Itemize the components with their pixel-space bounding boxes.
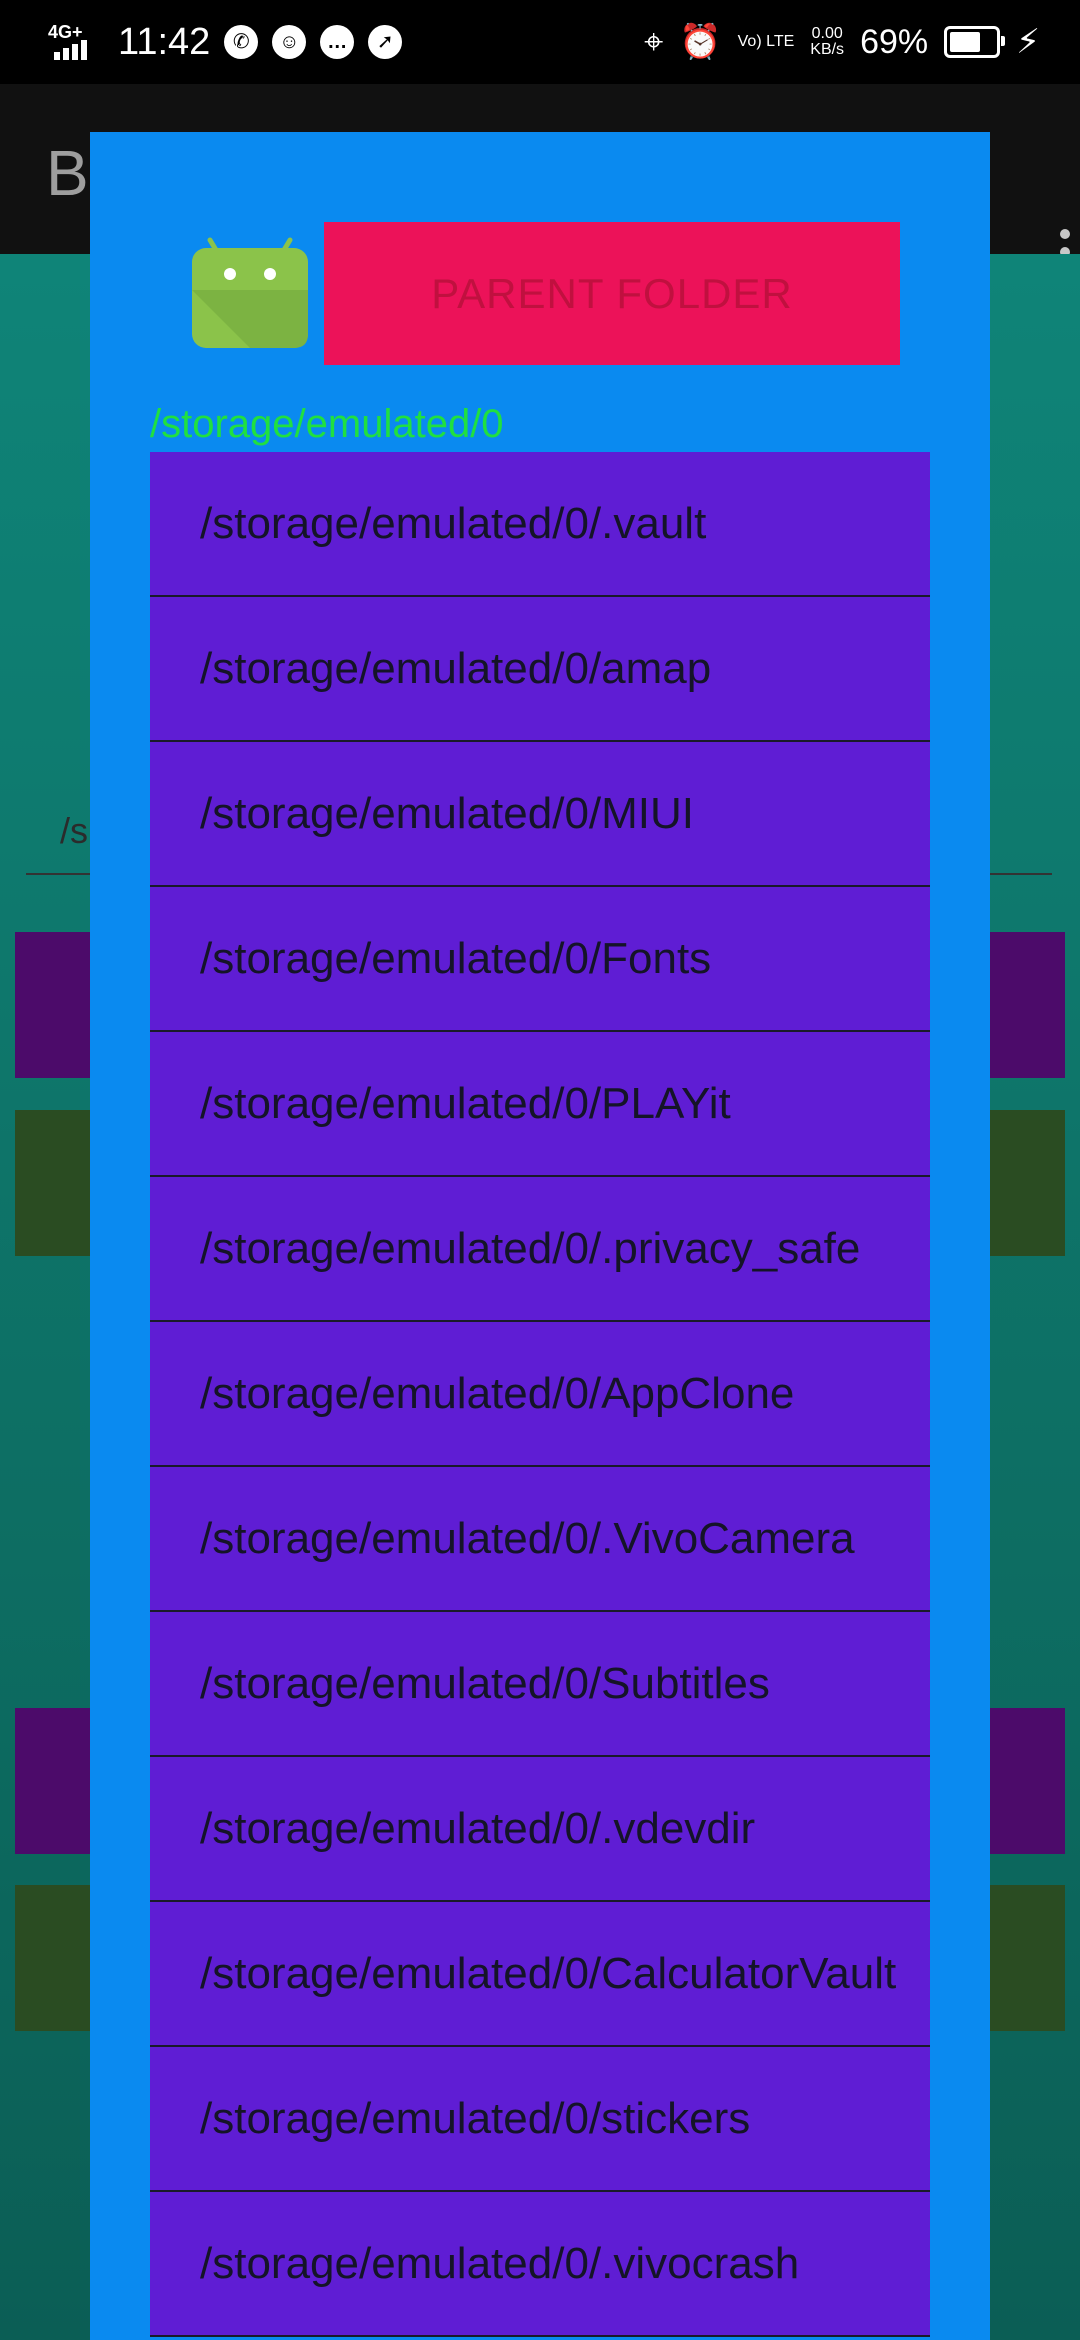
folder-path-label: /storage/emulated/0/.vivocrash: [200, 2238, 800, 2288]
charging-icon: ⚡: [1016, 23, 1040, 61]
status-left: 4G+ 11:42 ✆ ☺ … ➚: [48, 18, 403, 66]
folder-path-label: /storage/emulated/0/Subtitles: [200, 1658, 770, 1708]
android-icon: [192, 237, 308, 348]
folder-list-item[interactable]: /storage/emulated/0/MIUI: [150, 742, 930, 887]
folder-list-item[interactable]: /storage/emulated/0/.VivoCamera: [150, 1467, 930, 1612]
folder-list-item[interactable]: /storage/emulated/0/Fonts: [150, 887, 930, 1032]
status-bar: 4G+ 11:42 ✆ ☺ … ➚ ⌖ ⏰ Vo) LTE 0.00 KB/s …: [0, 0, 1080, 84]
battery-fill: [950, 32, 981, 52]
volte-indicator: Vo) LTE: [737, 33, 795, 50]
net-speed: 0.00 KB/s: [810, 26, 844, 58]
folder-path-label: /storage/emulated/0/stickers: [200, 2093, 751, 2143]
folder-list-item[interactable]: /storage/emulated/0/.vault: [150, 452, 930, 597]
folder-path-label: /storage/emulated/0/MIUI: [200, 788, 695, 838]
folder-list-item[interactable]: /storage/emulated/0/stickers: [150, 2047, 930, 2192]
folder-path-label: /storage/emulated/0/PLAYit: [200, 1078, 731, 1128]
snapchat-icon: ☺: [272, 25, 307, 59]
app-title: B: [46, 137, 89, 209]
folder-path-label: /storage/emulated/0/.vault: [200, 498, 707, 548]
folder-list-item[interactable]: /storage/emulated/0/AppClone: [150, 1322, 930, 1467]
whatsapp-icon: ✆: [224, 25, 259, 59]
folder-path-label: /storage/emulated/0/AppClone: [200, 1368, 795, 1418]
alarm-icon: ⏰: [679, 23, 722, 61]
folder-path-label: /storage/emulated/0/amap: [200, 643, 712, 693]
file-picker-dialog: PARENT FOLDER /storage/emulated/0 /stora…: [90, 132, 990, 2340]
parent-folder-button[interactable]: PARENT FOLDER: [324, 222, 900, 365]
folder-list-item[interactable]: /storage/emulated/0/.vivocrash: [150, 2192, 930, 2337]
folder-path-label: /storage/emulated/0/.VivoCamera: [200, 1513, 855, 1563]
speedometer-icon: ➚: [368, 25, 403, 59]
folder-list-item[interactable]: /storage/emulated/0/CalculatorVault: [150, 1902, 930, 2047]
folder-list-item[interactable]: /storage/emulated/0/.vdevdir: [150, 1757, 930, 1902]
status-right: ⌖ ⏰ Vo) LTE 0.00 KB/s 69% ⚡: [644, 18, 1040, 66]
folder-path-label: /storage/emulated/0/Fonts: [200, 933, 712, 983]
message-icon: …: [320, 25, 355, 59]
clock: 11:42: [118, 20, 211, 63]
folder-list: /storage/emulated/0/.vault/storage/emula…: [150, 452, 930, 2337]
signal-icon: 4G+: [48, 22, 104, 62]
net-speed-value: 0.00: [811, 25, 843, 42]
folder-path-label: /storage/emulated/0/.vdevdir: [200, 1803, 756, 1853]
folder-list-item[interactable]: /storage/emulated/0/Subtitles: [150, 1612, 930, 1757]
net-speed-unit: KB/s: [810, 41, 845, 58]
folder-list-item[interactable]: /storage/emulated/0/amap: [150, 597, 930, 742]
folder-list-item[interactable]: /storage/emulated/0/PLAYit: [150, 1032, 930, 1177]
current-path: /storage/emulated/0: [150, 402, 504, 446]
battery-percent: 69%: [860, 22, 929, 61]
folder-list-item[interactable]: /storage/emulated/0/.privacy_safe: [150, 1177, 930, 1322]
folder-path-label: /storage/emulated/0/CalculatorVault: [200, 1948, 897, 1998]
location-icon: ⌖: [644, 22, 664, 61]
battery-icon: [944, 26, 1006, 58]
folder-path-label: /storage/emulated/0/.privacy_safe: [200, 1223, 861, 1273]
background-path-input[interactable]: /s: [60, 810, 88, 852]
